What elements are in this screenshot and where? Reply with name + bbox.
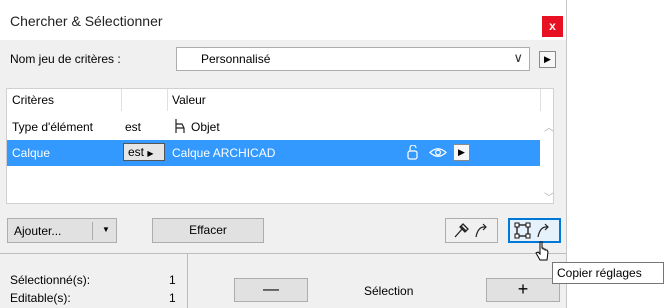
select-button[interactable]: + — [486, 278, 560, 302]
selection-label: Sélection — [364, 284, 414, 298]
header-criteria[interactable]: Critères — [12, 93, 54, 107]
criteria-list-header: Critères Valeur — [7, 89, 553, 111]
scroll-up-arrow[interactable]: ︿ — [544, 119, 554, 134]
add-dropdown-icon[interactable]: ▼ — [102, 225, 110, 234]
table-row-selected[interactable]: Calque est ▶ Calque ARCHICAD ▶ — [7, 140, 540, 166]
eye-icon[interactable] — [429, 146, 447, 162]
criteria-set-arrow-button[interactable]: ▶ — [539, 51, 556, 68]
close-button[interactable]: x — [542, 16, 563, 37]
operator-button[interactable]: est ▶ — [123, 143, 165, 161]
chair-icon — [172, 117, 188, 138]
editable-count-label: Editable(s): — [10, 291, 71, 305]
row-criteria: Calque — [12, 146, 51, 160]
split-divider — [92, 222, 93, 240]
criteria-set-value: Personnalisé — [201, 52, 271, 66]
criteria-list: Critères Valeur Type d'élément est Objet… — [6, 88, 554, 204]
row-arrow-button[interactable]: ▶ — [453, 144, 470, 161]
criteria-set-label: Nom jeu de critères : — [10, 52, 121, 66]
add-button[interactable]: Ajouter... ▼ — [7, 218, 117, 243]
row-operator[interactable]: est — [125, 120, 141, 134]
tooltip: Copier réglages — [552, 262, 664, 284]
pick-up-settings-button[interactable] — [445, 218, 498, 243]
row-value: Calque ARCHICAD — [172, 146, 276, 160]
separator — [0, 253, 566, 254]
row-operator: est — [128, 145, 145, 159]
column-divider[interactable] — [167, 89, 168, 111]
row-value: Objet — [191, 120, 220, 134]
editable-count-value: 1 — [169, 291, 176, 305]
separator — [187, 254, 188, 308]
eyedropper-icon — [452, 222, 492, 243]
mouse-cursor-icon — [535, 240, 551, 267]
table-row[interactable]: Type d'élément est Objet — [7, 115, 540, 139]
row-criteria: Type d'élément — [12, 120, 94, 134]
deselect-button[interactable]: — — [234, 278, 308, 302]
clear-button[interactable]: Effacer — [152, 218, 264, 243]
title-bar: Chercher & Sélectionner x — [0, 0, 566, 40]
scroll-down-arrow[interactable]: ﹀ — [544, 189, 554, 204]
criteria-set-select[interactable]: Personnalisé ∨ — [176, 47, 530, 71]
window-title: Chercher & Sélectionner — [10, 13, 163, 29]
add-button-label: Ajouter... — [14, 224, 62, 238]
column-divider[interactable] — [121, 89, 122, 111]
lock-open-icon[interactable] — [406, 144, 420, 163]
find-select-panel: Chercher & Sélectionner x Nom jeu de cri… — [0, 0, 567, 308]
selected-count-label: Sélectionné(s): — [10, 273, 91, 287]
selected-count-value: 1 — [169, 273, 176, 287]
column-divider — [540, 89, 541, 111]
operator-arrow-icon: ▶ — [147, 149, 154, 158]
header-value[interactable]: Valeur — [172, 93, 206, 107]
chevron-down-icon: ∨ — [513, 50, 523, 65]
